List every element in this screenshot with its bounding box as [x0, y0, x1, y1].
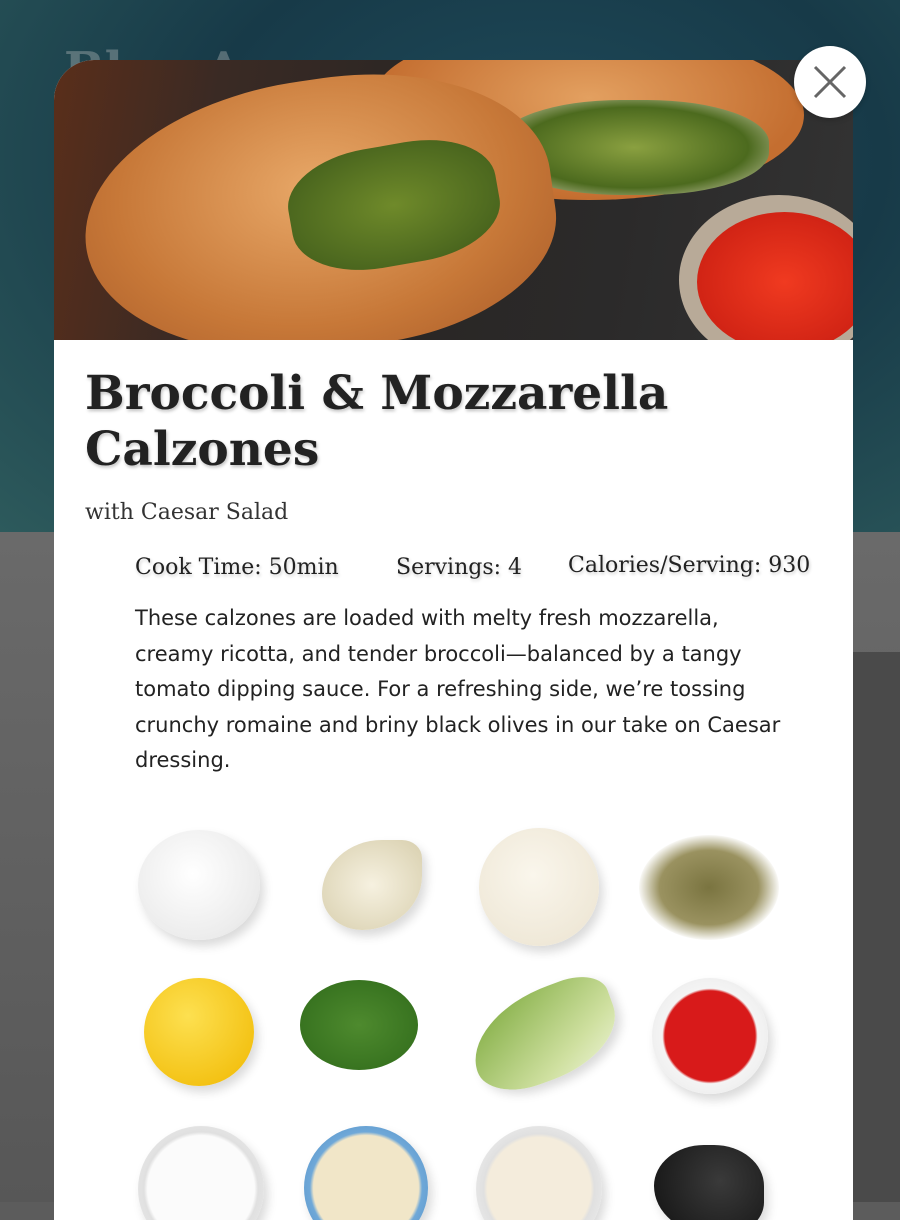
broccoli-icon [300, 980, 418, 1070]
close-icon [813, 65, 847, 99]
recipe-stats: Cook Time: 50min Servings: 4 Calories/Se… [54, 547, 853, 587]
recipe-description: These calzones are loaded with melty fre… [135, 606, 781, 772]
recipe-title: Broccoli & Mozzarella Calzones [85, 366, 669, 477]
servings: Servings: 4 [396, 555, 523, 580]
dough-icon [479, 828, 599, 946]
tomato-sauce-icon [652, 978, 768, 1094]
recipe-subtitle: with Caesar Salad [85, 500, 289, 525]
mozzarella-icon [138, 830, 260, 940]
calories-per-serving: Calories/Serving: 930 [568, 553, 811, 578]
close-button[interactable] [794, 46, 866, 118]
recipe-hero-image [54, 60, 853, 340]
cook-time: Cook Time: 50min [135, 555, 339, 580]
oregano-icon [639, 835, 779, 940]
parmesan-icon [304, 1126, 428, 1220]
olives-icon [654, 1145, 764, 1220]
lemon-icon [144, 978, 254, 1086]
recipe-modal: Broccoli & Mozzarella Calzones with Caes… [54, 60, 853, 1220]
mayonnaise-icon [476, 1126, 602, 1220]
garlic-icon [322, 840, 422, 930]
ricotta-icon [138, 1126, 264, 1220]
romaine-icon [458, 967, 630, 1103]
